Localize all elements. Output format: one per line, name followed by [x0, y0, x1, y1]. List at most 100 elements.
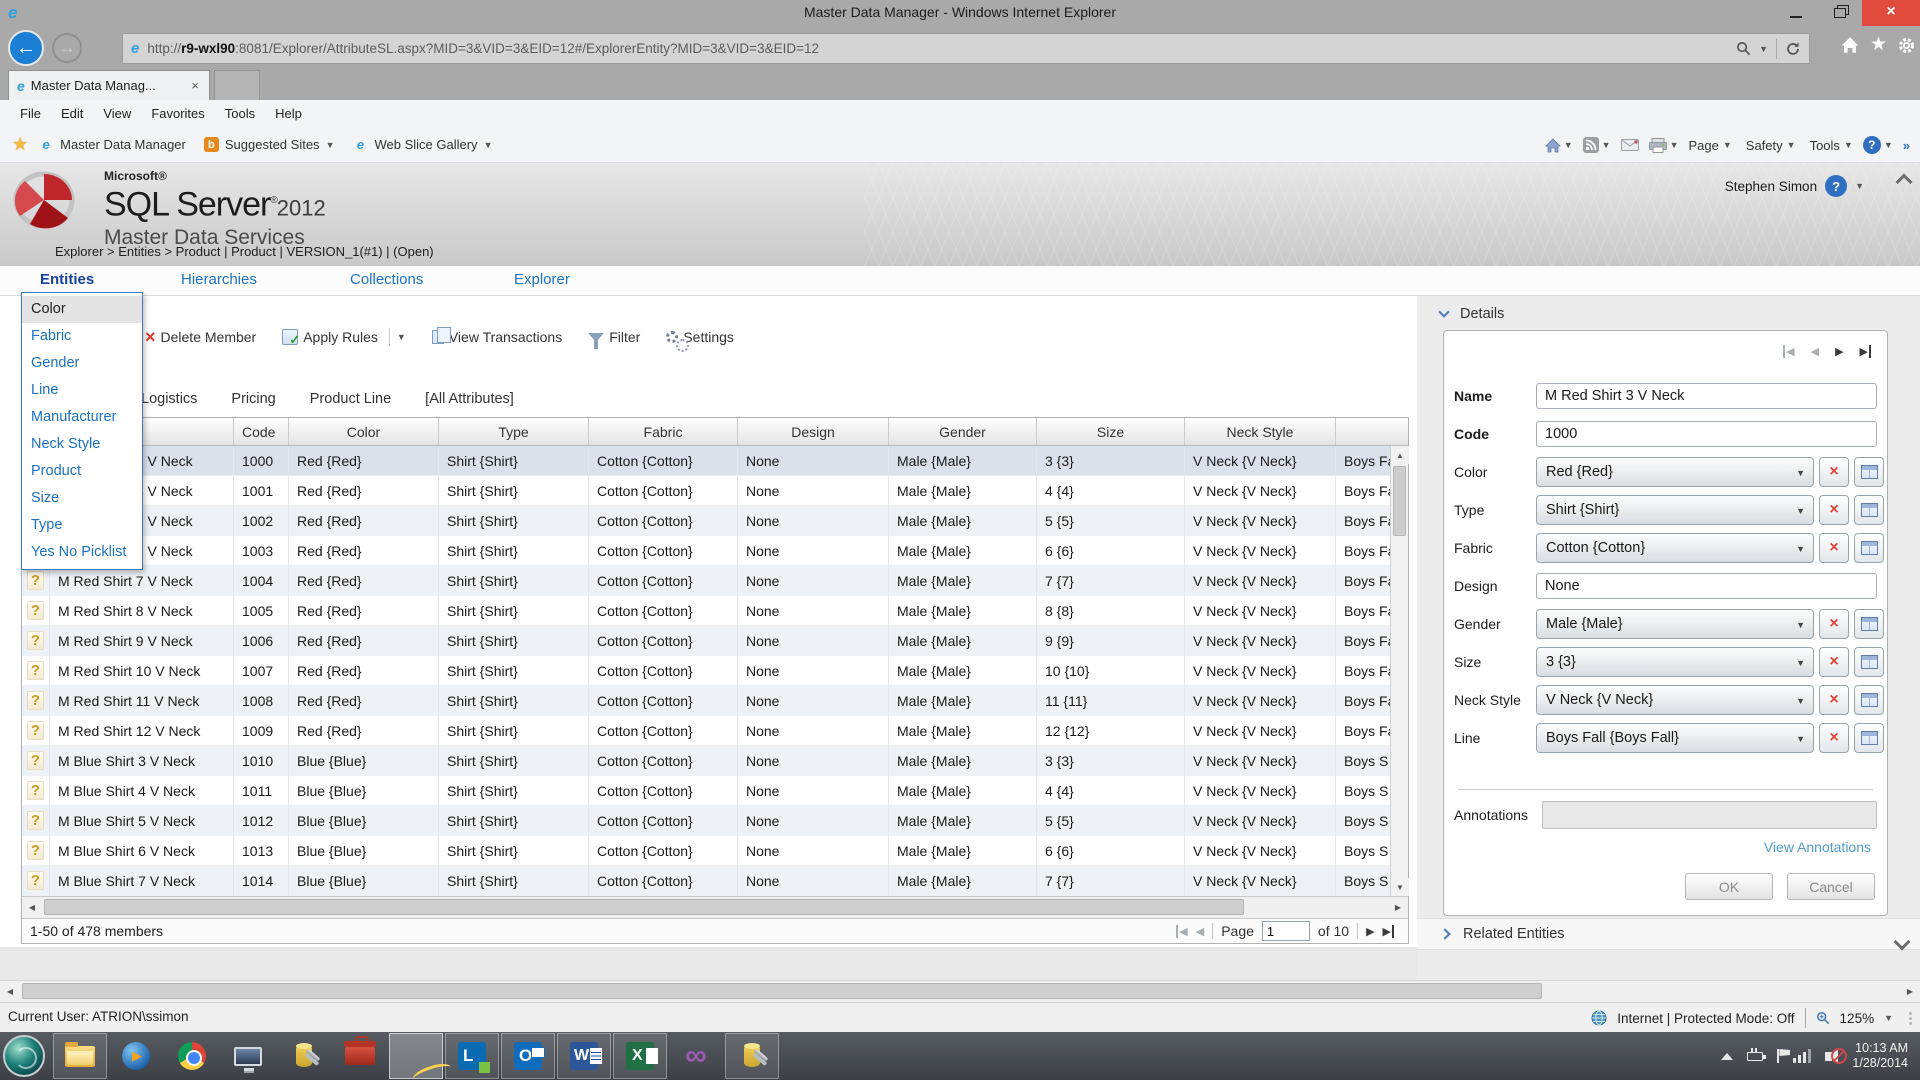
menu-item-line[interactable]: Line: [22, 377, 142, 404]
taskbar-visual-studio[interactable]: [669, 1033, 723, 1079]
menu-help[interactable]: Help: [265, 106, 312, 121]
menu-view[interactable]: View: [93, 106, 141, 121]
ok-button[interactable]: OK: [1685, 873, 1773, 900]
menu-item-type[interactable]: Type: [22, 512, 142, 539]
menu-item-product[interactable]: Product: [22, 458, 142, 485]
taskbar-toolbox[interactable]: [333, 1033, 387, 1079]
column-header-type[interactable]: Type: [439, 418, 589, 445]
entity-lookup-button[interactable]: [1854, 533, 1884, 563]
prev-record-icon[interactable]: ◀: [1811, 345, 1819, 358]
menu-item-size[interactable]: Size: [22, 485, 142, 512]
taskbar-media-player[interactable]: [109, 1033, 163, 1079]
apply-rules-dropdown-icon[interactable]: ▼: [397, 332, 406, 342]
refresh-icon[interactable]: [1785, 41, 1801, 57]
column-header-gender[interactable]: Gender: [889, 418, 1037, 445]
more-commands-icon[interactable]: »: [1903, 138, 1910, 153]
select-caret-icon[interactable]: ▼: [1796, 544, 1805, 554]
taskbar-lync[interactable]: [445, 1033, 499, 1079]
close-button[interactable]: [1862, 0, 1920, 26]
select-caret-icon[interactable]: ▼: [1796, 620, 1805, 630]
home-menu-icon[interactable]: ▼: [1545, 138, 1573, 153]
tray-expand-icon[interactable]: [1721, 1053, 1733, 1060]
toolbar-filter[interactable]: Filter: [588, 329, 640, 345]
field-select-type[interactable]: Shirt {Shirt}▼: [1536, 495, 1814, 525]
cancel-button[interactable]: Cancel: [1787, 873, 1875, 900]
table-row[interactable]: ?M Blue Shirt 6 V Neck1013Blue {Blue}Shi…: [22, 836, 1408, 866]
last-page-icon[interactable]: ▶: [1383, 925, 1394, 938]
field-input-code[interactable]: 1000: [1536, 421, 1877, 447]
clear-value-button[interactable]: ×: [1819, 647, 1849, 677]
taskbar-explorer[interactable]: [53, 1033, 107, 1079]
taskbar-excel[interactable]: [613, 1033, 667, 1079]
table-row[interactable]: ?M Red Shirt 3 V Neck1000Red {Red}Shirt …: [22, 446, 1408, 476]
menu-tools[interactable]: Tools: [215, 106, 265, 121]
table-row[interactable]: ?M Blue Shirt 4 V Neck1011Blue {Blue}Shi…: [22, 776, 1408, 806]
clear-value-button[interactable]: ×: [1819, 609, 1849, 639]
prev-page-icon[interactable]: ◀: [1196, 925, 1204, 938]
favorite-suggested-sites[interactable]: bSuggested Sites▼: [204, 137, 335, 152]
favorite-web-slice-gallery[interactable]: eWeb Slice Gallery▼: [352, 137, 492, 153]
search-icon[interactable]: [1736, 41, 1751, 56]
field-input-design[interactable]: None: [1536, 573, 1877, 599]
menu-edit[interactable]: Edit: [51, 106, 93, 121]
clear-value-button[interactable]: ×: [1819, 685, 1849, 715]
field-select-fabric[interactable]: Cotton {Cotton}▼: [1536, 533, 1814, 563]
tab-product-line[interactable]: Product Line: [310, 391, 391, 407]
browser-tab[interactable]: e Master Data Manag... ×: [8, 70, 210, 100]
taskbar-chrome[interactable]: [165, 1033, 219, 1079]
page-hscroll-thumb[interactable]: [22, 983, 1542, 999]
volume-muted-icon[interactable]: [1825, 1052, 1832, 1061]
table-row[interactable]: ?M Red Shirt 7 V Neck1004Red {Red}Shirt …: [22, 566, 1408, 596]
select-caret-icon[interactable]: ▼: [1796, 734, 1805, 744]
column-header-code[interactable]: Code: [234, 418, 289, 445]
tab-logistics[interactable]: Logistics: [141, 391, 197, 407]
next-record-icon[interactable]: ▶: [1835, 345, 1843, 358]
command-safety[interactable]: Safety▼: [1746, 138, 1796, 153]
restore-button[interactable]: [1818, 0, 1862, 26]
menu-item-yes-no-picklist[interactable]: Yes No Picklist: [22, 539, 142, 566]
help-dropdown-icon[interactable]: ▼: [1855, 181, 1864, 191]
scroll-right-icon[interactable]: ▶: [1388, 897, 1408, 918]
action-center-flag-icon[interactable]: [1777, 1049, 1779, 1063]
hscroll-thumb[interactable]: [44, 899, 1244, 915]
menu-item-gender[interactable]: Gender: [22, 350, 142, 377]
clock[interactable]: 10:13 AM 1/28/2014: [1852, 1041, 1908, 1071]
table-row[interactable]: ?M Red Shirt 12 V Neck1009Red {Red}Shirt…: [22, 716, 1408, 746]
page-scroll-right-icon[interactable]: ▶: [1900, 981, 1920, 1002]
entity-lookup-button[interactable]: [1854, 647, 1884, 677]
toolbar-apply-rules[interactable]: Apply Rules▼: [282, 328, 406, 346]
select-caret-icon[interactable]: ▼: [1796, 506, 1805, 516]
help-icon[interactable]: ?▼: [1863, 136, 1893, 154]
taskbar-word[interactable]: [557, 1033, 611, 1079]
table-row[interactable]: ?M Blue Shirt 3 V Neck1010Blue {Blue}Shi…: [22, 746, 1408, 776]
toolbar-view-transactions[interactable]: View Transactions: [432, 329, 562, 345]
first-record-icon[interactable]: ◀: [1783, 345, 1794, 358]
entity-lookup-button[interactable]: [1854, 609, 1884, 639]
entity-lookup-button[interactable]: [1854, 495, 1884, 525]
read-mail-icon[interactable]: [1621, 139, 1639, 151]
details-header[interactable]: Details: [1440, 306, 1504, 322]
field-select-neck-style[interactable]: V Neck {V Neck}▼: [1536, 685, 1814, 715]
column-header-size[interactable]: Size: [1037, 418, 1185, 445]
search-dropdown-icon[interactable]: ▼: [1759, 44, 1768, 54]
menu-item-manufacturer[interactable]: Manufacturer: [22, 404, 142, 431]
field-input-name[interactable]: M Red Shirt 3 V Neck: [1536, 383, 1877, 409]
table-row[interactable]: ?M Red Shirt 9 V Neck1006Red {Red}Shirt …: [22, 626, 1408, 656]
entity-lookup-button[interactable]: [1854, 457, 1884, 487]
nav-collections[interactable]: Collections: [350, 271, 423, 288]
column-header-line[interactable]: [1336, 418, 1391, 445]
clear-value-button[interactable]: ×: [1819, 723, 1849, 753]
clear-value-button[interactable]: ×: [1819, 495, 1849, 525]
collapse-icon[interactable]: [1438, 306, 1449, 317]
taskbar-internet-explorer[interactable]: [389, 1033, 443, 1079]
new-tab-button[interactable]: [214, 70, 260, 100]
zoom-icon[interactable]: [1816, 1011, 1830, 1025]
field-select-size[interactable]: 3 {3}▼: [1536, 647, 1814, 677]
table-row[interactable]: ?M Red Shirt 10 V Neck1007Red {Red}Shirt…: [22, 656, 1408, 686]
table-row[interactable]: ?M Red Shirt 8 V Neck1005Red {Red}Shirt …: [22, 596, 1408, 626]
menu-file[interactable]: File: [10, 106, 51, 121]
tab-close-icon[interactable]: ×: [189, 78, 201, 93]
menu-item-neck-style[interactable]: Neck Style: [22, 431, 142, 458]
first-page-icon[interactable]: ◀: [1176, 925, 1187, 938]
back-button[interactable]: ←: [8, 30, 44, 66]
